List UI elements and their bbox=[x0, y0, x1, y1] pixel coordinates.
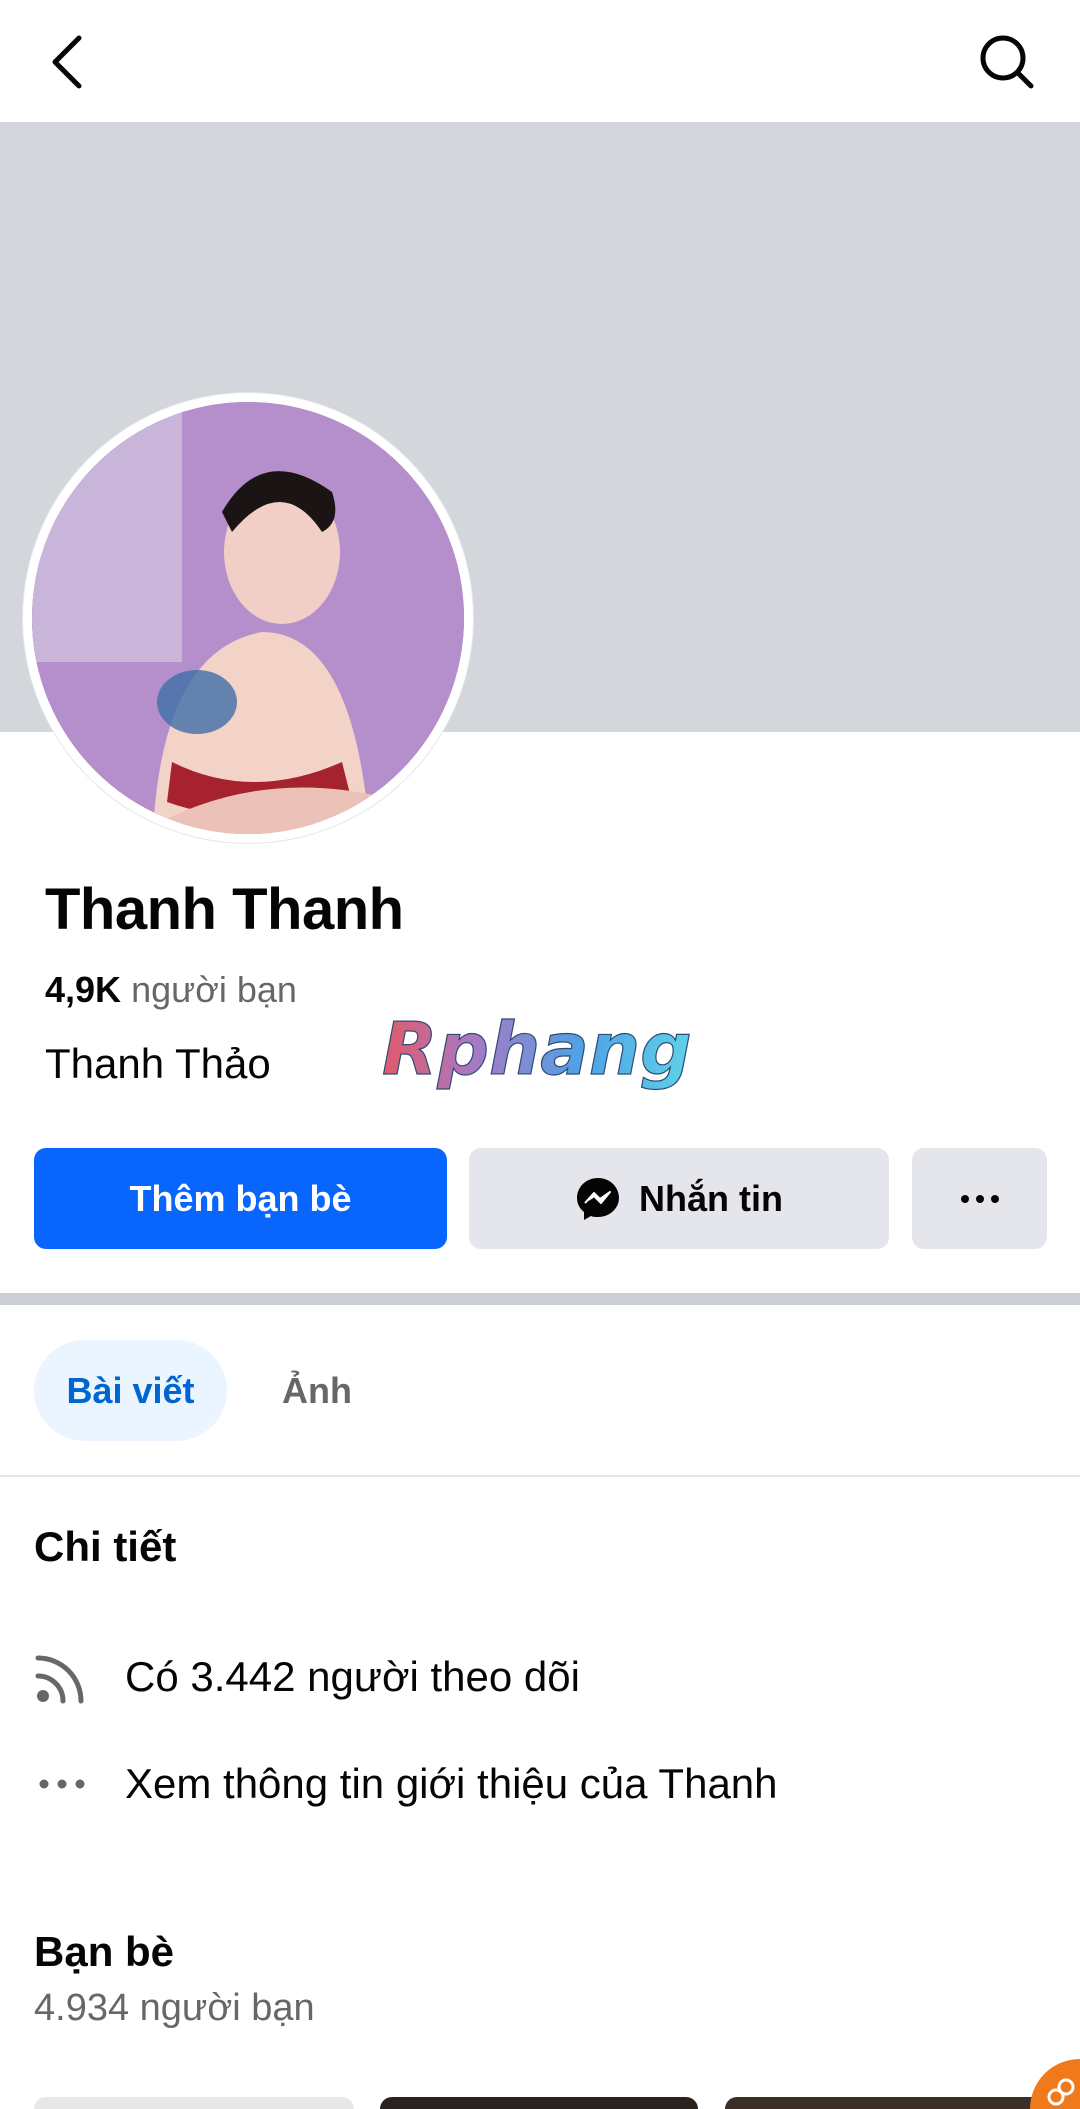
search-icon bbox=[980, 35, 1034, 89]
profile-name: Thanh Thanh bbox=[45, 877, 404, 942]
message-button[interactable]: Nhắn tin bbox=[469, 1148, 889, 1249]
tab-photos[interactable]: Ảnh bbox=[262, 1340, 372, 1441]
section-divider bbox=[0, 1293, 1080, 1305]
friends-heading: Bạn bè bbox=[34, 1928, 175, 1975]
about-row[interactable]: Xem thông tin giới thiệu của Thanh bbox=[34, 1754, 778, 1814]
watermark-logo: Rphang bbox=[381, 1008, 692, 1092]
message-button-label: Nhắn tin bbox=[639, 1177, 783, 1219]
back-button[interactable] bbox=[22, 17, 112, 107]
svg-text:Rphang: Rphang bbox=[382, 1008, 692, 1091]
top-bar bbox=[0, 0, 1080, 122]
more-options-button[interactable] bbox=[912, 1148, 1047, 1249]
about-link-text: Xem thông tin giới thiệu của Thanh bbox=[125, 1760, 778, 1807]
tab-posts[interactable]: Bài viết bbox=[34, 1340, 227, 1441]
rss-feed-icon bbox=[34, 1649, 90, 1705]
about-dots-icon bbox=[34, 1756, 90, 1812]
avatar-illustration bbox=[32, 402, 464, 834]
back-arrow-icon bbox=[52, 35, 82, 89]
profile-page: Thanh Thanh 4,9K người bạn Thanh Thảo Rp… bbox=[0, 0, 1080, 2109]
avatar-photo bbox=[32, 402, 464, 834]
search-button[interactable] bbox=[962, 17, 1052, 107]
friends-label: người bạn bbox=[131, 969, 297, 1010]
alternate-name: Thanh Thảo bbox=[45, 1040, 271, 1087]
followers-row[interactable]: Có 3.442 người theo dõi bbox=[34, 1647, 580, 1707]
friends-summary[interactable]: 4,9K người bạn bbox=[45, 969, 297, 1011]
floating-action-button[interactable] bbox=[1030, 2059, 1080, 2109]
link-icon bbox=[1047, 2078, 1075, 2106]
friends-count: 4,9K bbox=[45, 969, 122, 1010]
profile-avatar[interactable] bbox=[23, 393, 473, 843]
tabs-divider bbox=[0, 1475, 1080, 1477]
more-dots-icon bbox=[960, 1194, 999, 1203]
friends-total: 4.934 người bạn bbox=[34, 1987, 315, 2029]
friend-thumbnail[interactable] bbox=[725, 2097, 1045, 2109]
followers-text: Có 3.442 người theo dõi bbox=[125, 1653, 580, 1700]
add-friend-button[interactable]: Thêm bạn bè bbox=[34, 1148, 447, 1249]
friend-thumbnail[interactable] bbox=[380, 2097, 698, 2109]
messenger-icon bbox=[577, 1177, 619, 1220]
friend-thumbnail[interactable] bbox=[34, 2097, 354, 2109]
details-heading: Chi tiết bbox=[34, 1523, 177, 1570]
